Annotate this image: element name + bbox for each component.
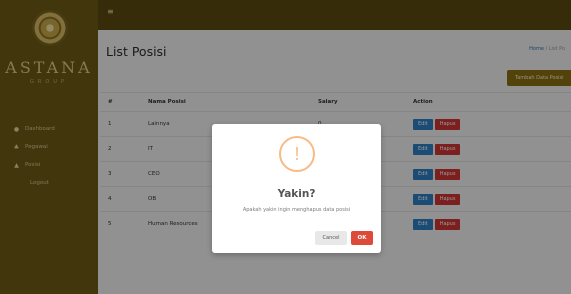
cancel-button[interactable]: Cancel bbox=[315, 231, 347, 245]
confirm-delete-dialog: ! Yakin? Apakah yakin ingin menghapus da… bbox=[212, 124, 381, 253]
dialog-message: Apakah yakin ingin menghapus data posisi bbox=[242, 207, 351, 213]
dialog-title: Yakin? bbox=[277, 188, 316, 200]
warning-icon: ! bbox=[279, 136, 315, 172]
ok-button[interactable]: OK bbox=[351, 231, 373, 245]
